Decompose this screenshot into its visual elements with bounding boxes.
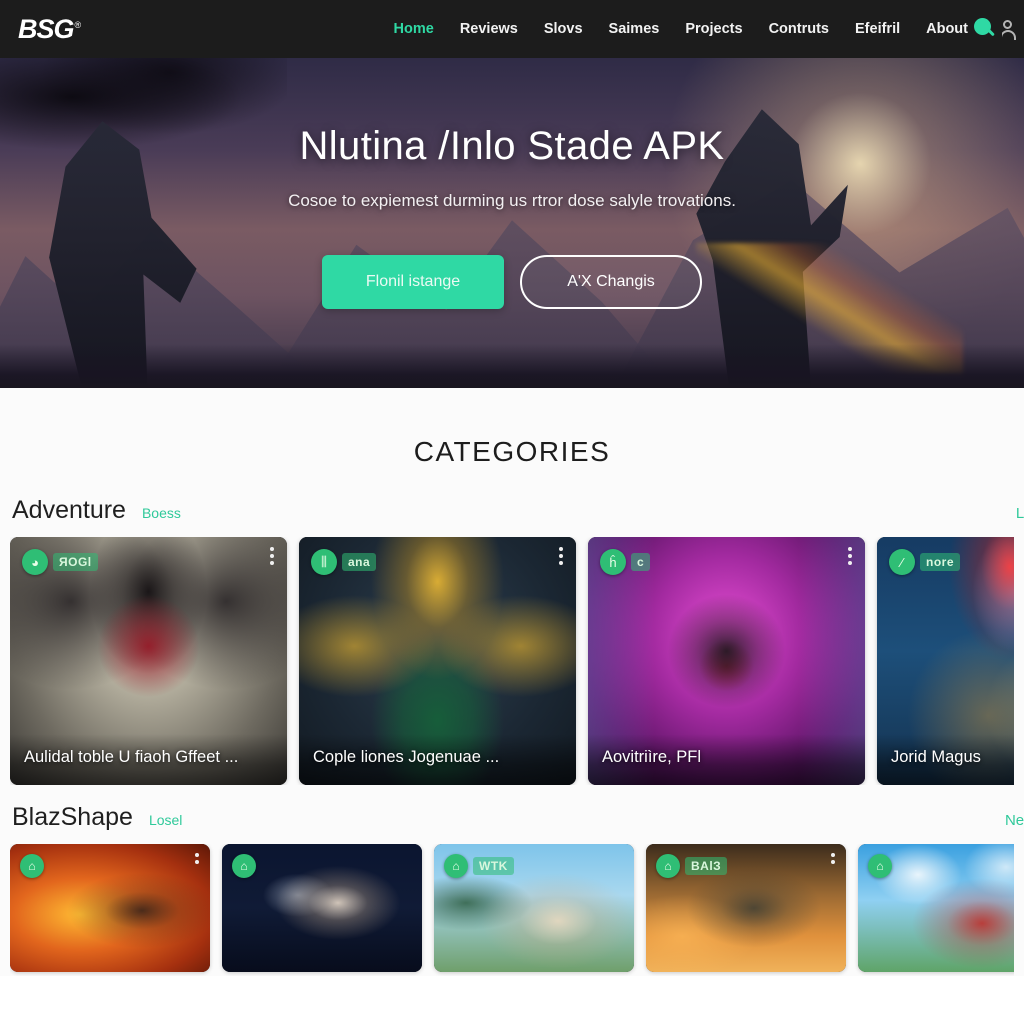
card-menu-icon[interactable] [195,853,199,864]
badge-label: WTK [473,857,514,875]
section-tag[interactable]: Boess [142,505,181,521]
badge-icon: ◕ [22,549,48,575]
logo-trademark: ® [74,19,82,30]
header-icon-group [974,18,1016,40]
card-title: Jorid Magus [877,734,1014,785]
badge-label: ana [342,553,377,571]
hero-content: Nlutina /Inlo Stade APK Cosoe to expieme… [0,58,1024,309]
game-card[interactable]: ⌂ [222,844,422,972]
hero-banner: Nlutina /Inlo Stade APK Cosoe to expieme… [0,58,1024,388]
section-header: Adventure Boess Los [10,478,1024,537]
nav-item-home[interactable]: Home [394,21,434,37]
card-badge: ◕ ЯOGl [22,549,98,575]
badge-icon: ⌂ [656,854,680,878]
category-section-adventure: Adventure Boess Los ◕ ЯOGl Aulidal toble… [0,478,1024,785]
card-menu-icon[interactable] [831,853,835,864]
card-menu-icon[interactable] [270,547,274,565]
hero-title: Nlutina /Inlo Stade APK [299,124,725,168]
game-card[interactable]: ⌂ [10,844,210,972]
badge-label: c [631,553,651,571]
badge-icon: ĥ [600,549,626,575]
game-card[interactable]: ◕ ЯOGl Aulidal toble U fiaoh Gffeet ... [10,537,287,785]
card-badge: ⌂ [868,854,892,878]
card-title: Aulidal toble U fiaoh Gffeet ... [10,734,287,785]
section-title: BlazShape [12,803,133,831]
card-badge: ĥ c [600,549,651,575]
section-tag[interactable]: Losel [149,812,182,828]
card-badge: ⁄ nore [889,549,961,575]
nav-item-efeifril[interactable]: Efeifril [855,21,900,37]
section-see-all-link[interactable]: Los [1016,505,1024,522]
section-title: Adventure [12,496,126,524]
nav-item-slovs[interactable]: Slovs [544,21,583,37]
card-badge: ⌂ [20,854,44,878]
nav-item-reviews[interactable]: Reviews [460,21,518,37]
card-menu-icon[interactable] [848,547,852,565]
section-see-all-link[interactable]: Neve [1005,812,1024,829]
search-icon[interactable] [974,18,996,40]
category-section-blazshape: BlazShape Losel Neve ⌂ ⌂ ⌂ [0,785,1024,976]
nav-item-about[interactable]: About [926,21,968,37]
card-badge: ⌂ WTK [444,854,514,878]
game-card[interactable]: ⌂ [858,844,1014,972]
badge-label: BAlЗ [685,857,728,875]
hero-subtitle: Cosoe to expiemest durming us rtror dose… [288,191,736,210]
site-logo[interactable]: BSG® [18,13,82,45]
site-header: BSG® Home Reviews Slovs Saimes Projects … [0,0,1024,58]
badge-icon: ⌂ [20,854,44,878]
badge-label: ЯOGl [53,553,98,571]
card-badge: ⫼ ana [311,549,377,575]
card-row-blazshape[interactable]: ⌂ ⌂ ⌂ WTK ⌂ BAlЗ ⌂ [10,844,1014,976]
game-card[interactable]: ⁄ nore Jorid Magus [877,537,1014,785]
hero-primary-button[interactable]: Flonil istange [322,255,504,309]
card-badge: ⌂ [232,854,256,878]
card-title: Cople liones Jogenuae ... [299,734,576,785]
nav-item-saimes[interactable]: Saimes [609,21,660,37]
user-icon[interactable] [1002,18,1016,40]
card-badge: ⌂ BAlЗ [656,854,728,878]
game-card[interactable]: ⌂ WTK [434,844,634,972]
game-card[interactable]: ĥ c Aovitriìre, PFl [588,537,865,785]
main-navigation: Home Reviews Slovs Saimes Projects Contr… [394,21,968,37]
badge-icon: ⌂ [444,854,468,878]
hero-bottom-shadow [0,344,1024,388]
logo-text: BSG [18,13,75,44]
badge-icon: ⫼ [311,549,337,575]
badge-label: nore [920,553,961,571]
badge-icon: ⌂ [868,854,892,878]
game-card[interactable]: ⫼ ana Cople liones Jogenuae ... [299,537,576,785]
hero-button-group: Flonil istange A'X Changis [0,255,1024,309]
game-card[interactable]: ⌂ BAlЗ [646,844,846,972]
card-title: Aovitriìre, PFl [588,734,865,785]
nav-item-projects[interactable]: Projects [685,21,742,37]
badge-icon: ⁄ [889,549,915,575]
card-menu-icon[interactable] [559,547,563,565]
page-title: CATEGORIES [413,436,611,467]
section-header: BlazShape Losel Neve [10,785,1024,844]
nav-item-contruts[interactable]: Contruts [769,21,829,37]
badge-icon: ⌂ [232,854,256,878]
card-row-adventure[interactable]: ◕ ЯOGl Aulidal toble U fiaoh Gffeet ... … [10,537,1014,785]
hero-secondary-button[interactable]: A'X Changis [520,255,702,309]
main-content: CATEGORIES Adventure Boess Los ◕ ЯOGl Au… [0,388,1024,976]
